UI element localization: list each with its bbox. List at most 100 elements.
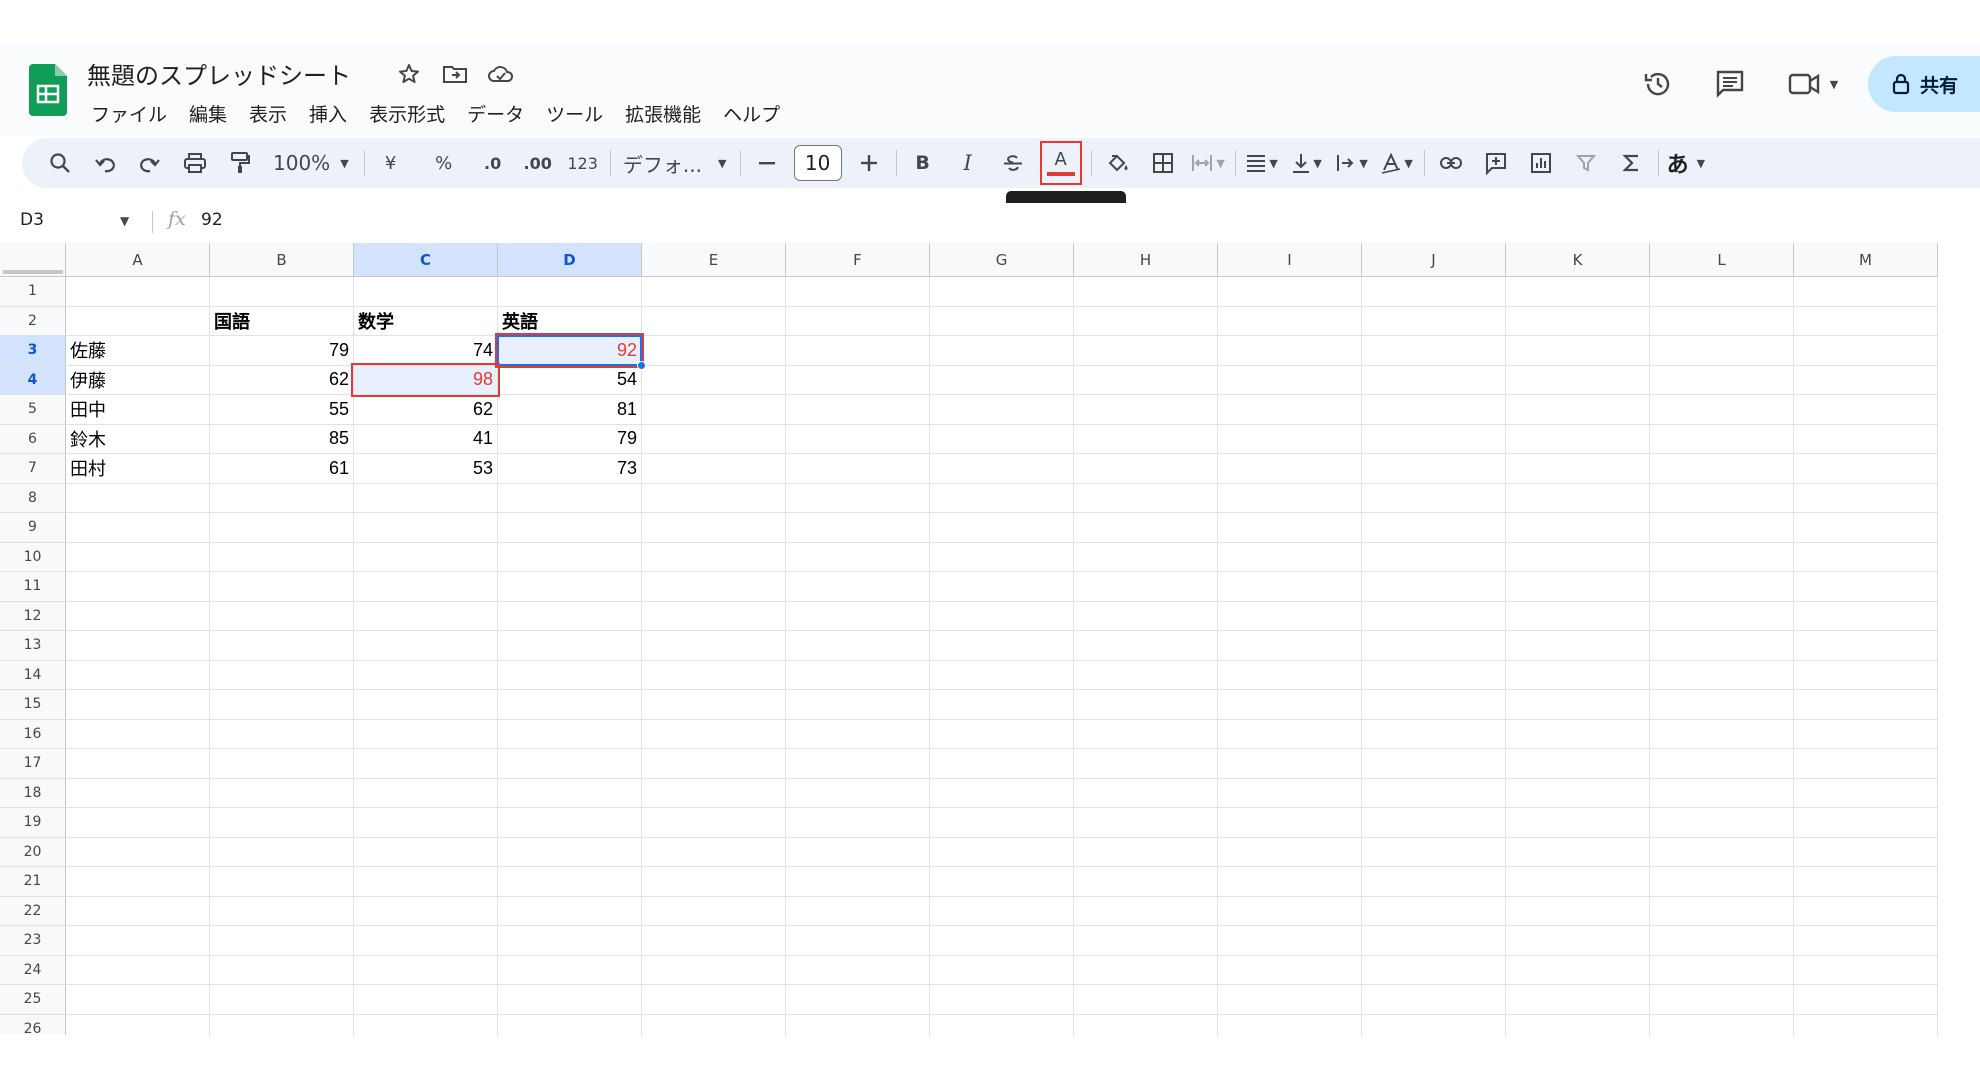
- cell-D13[interactable]: [498, 631, 642, 661]
- cell-K11[interactable]: [1506, 572, 1650, 602]
- cell-B25[interactable]: [210, 985, 354, 1015]
- cell-F3[interactable]: [786, 336, 930, 366]
- cell-L16[interactable]: [1650, 719, 1794, 749]
- cell-E7[interactable]: [642, 454, 786, 484]
- cell-H19[interactable]: [1074, 808, 1218, 838]
- cell-H18[interactable]: [1074, 778, 1218, 808]
- cell-E14[interactable]: [642, 660, 786, 690]
- cell-G8[interactable]: [930, 483, 1074, 513]
- cell-F21[interactable]: [786, 867, 930, 897]
- cell-E8[interactable]: [642, 483, 786, 513]
- cell-K21[interactable]: [1506, 867, 1650, 897]
- percent-format-button[interactable]: %: [426, 145, 462, 181]
- cell-C23[interactable]: [354, 926, 498, 956]
- cell-M15[interactable]: [1794, 690, 1938, 720]
- menu-edit[interactable]: 編集: [178, 96, 238, 131]
- cell-H2[interactable]: [1074, 306, 1218, 336]
- cell-J16[interactable]: [1362, 719, 1506, 749]
- cell-L7[interactable]: [1650, 454, 1794, 484]
- cell-I24[interactable]: [1218, 955, 1362, 985]
- row-header[interactable]: 19: [0, 808, 66, 838]
- cell-D11[interactable]: [498, 572, 642, 602]
- row-header[interactable]: 10: [0, 542, 66, 572]
- cell-B2[interactable]: 国語: [210, 306, 354, 336]
- cell-C25[interactable]: [354, 985, 498, 1015]
- cell-D7[interactable]: 73: [498, 454, 642, 484]
- cell-B22[interactable]: [210, 896, 354, 926]
- cell-C13[interactable]: [354, 631, 498, 661]
- cell-A6[interactable]: 鈴木: [66, 424, 210, 454]
- cell-F17[interactable]: [786, 749, 930, 779]
- document-title[interactable]: 無題のスプレッドシート: [87, 56, 351, 91]
- cell-I8[interactable]: [1218, 483, 1362, 513]
- cell-I9[interactable]: [1218, 513, 1362, 543]
- cell-H9[interactable]: [1074, 513, 1218, 543]
- cell-E12[interactable]: [642, 601, 786, 631]
- cell-C11[interactable]: [354, 572, 498, 602]
- cell-A2[interactable]: [66, 306, 210, 336]
- cell-E16[interactable]: [642, 719, 786, 749]
- column-header[interactable]: L: [1650, 243, 1794, 277]
- row-header[interactable]: 23: [0, 926, 66, 956]
- cell-J2[interactable]: [1362, 306, 1506, 336]
- menu-tools[interactable]: ツール: [535, 96, 614, 131]
- cell-I15[interactable]: [1218, 690, 1362, 720]
- cell-C15[interactable]: [354, 690, 498, 720]
- cell-M21[interactable]: [1794, 867, 1938, 897]
- row-header[interactable]: 11: [0, 572, 66, 602]
- cell-B12[interactable]: [210, 601, 354, 631]
- cell-E10[interactable]: [642, 542, 786, 572]
- cell-K18[interactable]: [1506, 778, 1650, 808]
- star-icon[interactable]: [395, 60, 423, 88]
- cell-C4[interactable]: 98: [354, 365, 498, 395]
- cell-F13[interactable]: [786, 631, 930, 661]
- cell-A13[interactable]: [66, 631, 210, 661]
- cell-G5[interactable]: [930, 395, 1074, 425]
- input-tools-button[interactable]: あ ▼: [1667, 145, 1705, 181]
- cell-G18[interactable]: [930, 778, 1074, 808]
- cell-I12[interactable]: [1218, 601, 1362, 631]
- cell-D10[interactable]: [498, 542, 642, 572]
- cell-H3[interactable]: [1074, 336, 1218, 366]
- menu-format[interactable]: 表示形式: [358, 96, 456, 131]
- cell-F15[interactable]: [786, 690, 930, 720]
- cell-M19[interactable]: [1794, 808, 1938, 838]
- cell-A16[interactable]: [66, 719, 210, 749]
- cell-J5[interactable]: [1362, 395, 1506, 425]
- cell-A11[interactable]: [66, 572, 210, 602]
- cell-F20[interactable]: [786, 837, 930, 867]
- cell-I25[interactable]: [1218, 985, 1362, 1015]
- cell-H25[interactable]: [1074, 985, 1218, 1015]
- cell-F24[interactable]: [786, 955, 930, 985]
- cell-E22[interactable]: [642, 896, 786, 926]
- row-header[interactable]: 8: [0, 483, 66, 513]
- row-header[interactable]: 18: [0, 778, 66, 808]
- search-icon[interactable]: [42, 145, 78, 181]
- cell-D22[interactable]: [498, 896, 642, 926]
- cell-B6[interactable]: 85: [210, 424, 354, 454]
- cell-J23[interactable]: [1362, 926, 1506, 956]
- cell-C12[interactable]: [354, 601, 498, 631]
- cell-C22[interactable]: [354, 896, 498, 926]
- cell-D12[interactable]: [498, 601, 642, 631]
- cell-B4[interactable]: 62: [210, 365, 354, 395]
- cell-A17[interactable]: [66, 749, 210, 779]
- paint-format-icon[interactable]: [222, 145, 258, 181]
- cell-F14[interactable]: [786, 660, 930, 690]
- cell-J6[interactable]: [1362, 424, 1506, 454]
- cell-F10[interactable]: [786, 542, 930, 572]
- cell-A15[interactable]: [66, 690, 210, 720]
- cell-M6[interactable]: [1794, 424, 1938, 454]
- cell-E9[interactable]: [642, 513, 786, 543]
- cell-L21[interactable]: [1650, 867, 1794, 897]
- cell-J24[interactable]: [1362, 955, 1506, 985]
- row-header[interactable]: 2: [0, 306, 66, 336]
- menu-file[interactable]: ファイル: [80, 96, 178, 131]
- row-header[interactable]: 25: [0, 985, 66, 1015]
- cell-G26[interactable]: [930, 1014, 1074, 1035]
- cell-D9[interactable]: [498, 513, 642, 543]
- row-header[interactable]: 21: [0, 867, 66, 897]
- print-icon[interactable]: [177, 145, 213, 181]
- cell-A19[interactable]: [66, 808, 210, 838]
- chevron-down-icon[interactable]: ▼: [120, 214, 129, 228]
